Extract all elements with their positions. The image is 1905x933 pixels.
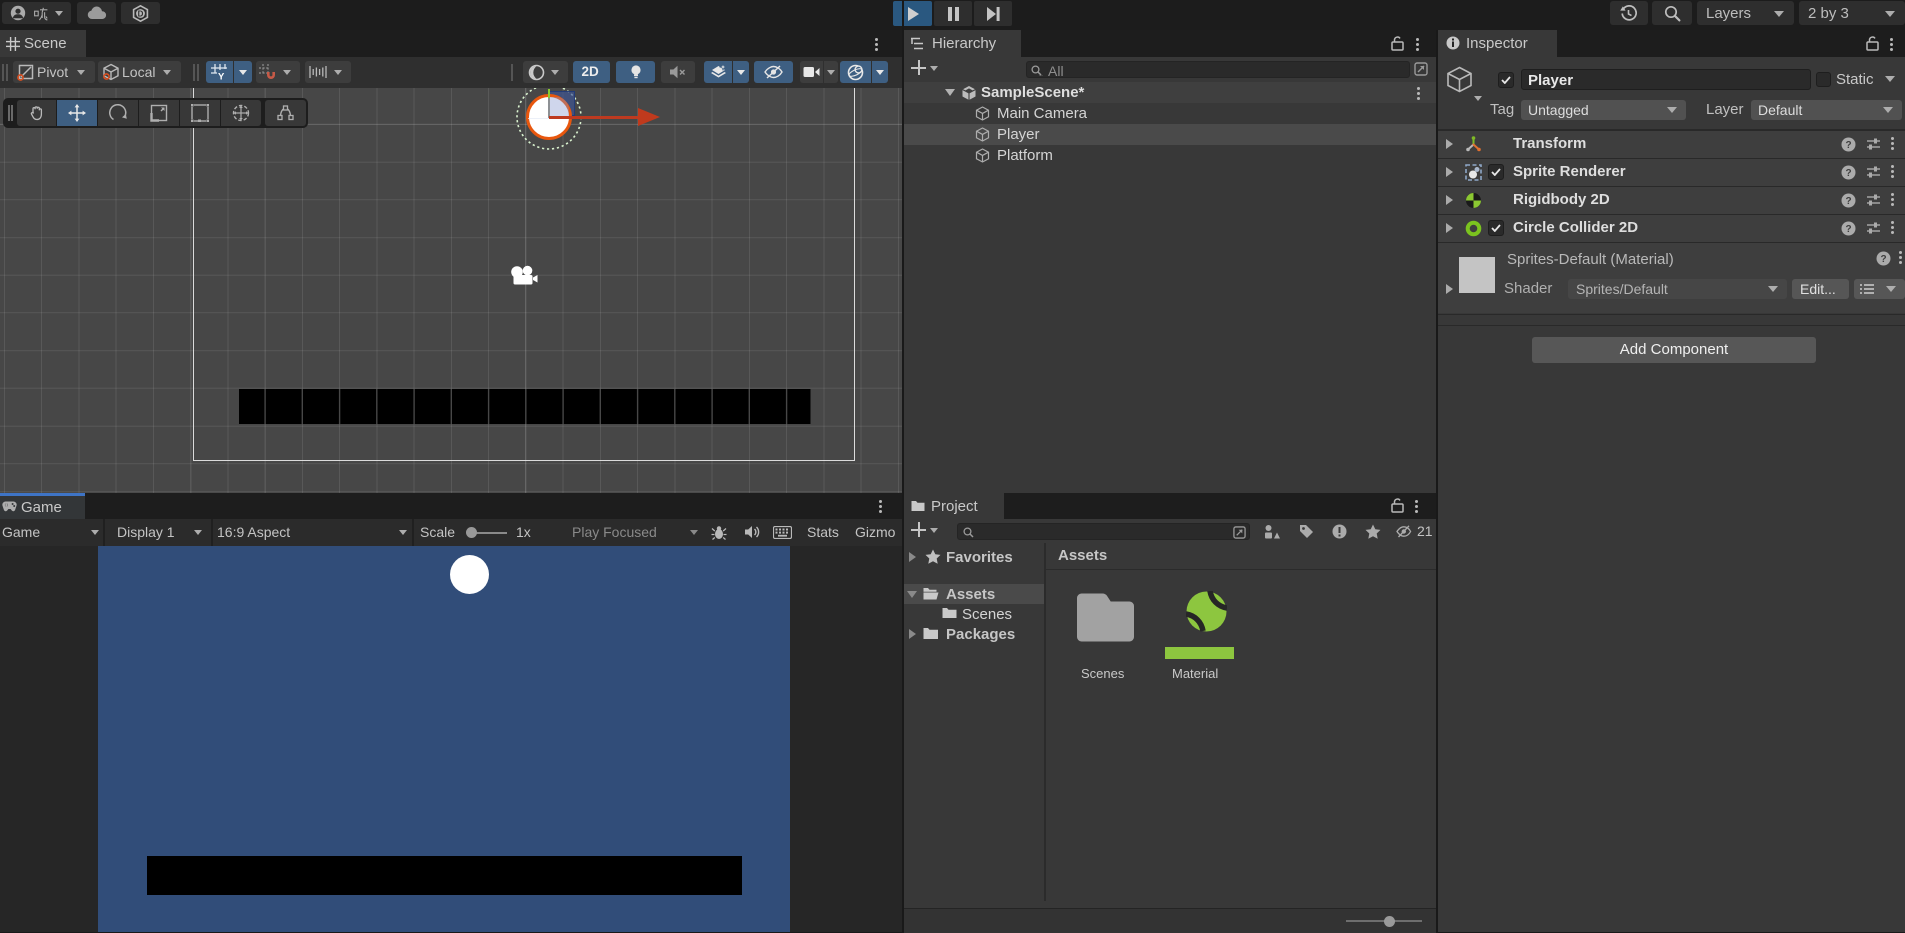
svg-text:?: ? (1845, 224, 1851, 235)
svg-text:?: ? (1845, 168, 1851, 179)
svg-text:?: ? (1845, 140, 1851, 151)
svg-text:?: ? (1845, 196, 1851, 207)
svg-text:?: ? (1880, 254, 1886, 265)
svg-text:Y: Y (218, 72, 225, 81)
svg-text:D: D (138, 9, 144, 18)
